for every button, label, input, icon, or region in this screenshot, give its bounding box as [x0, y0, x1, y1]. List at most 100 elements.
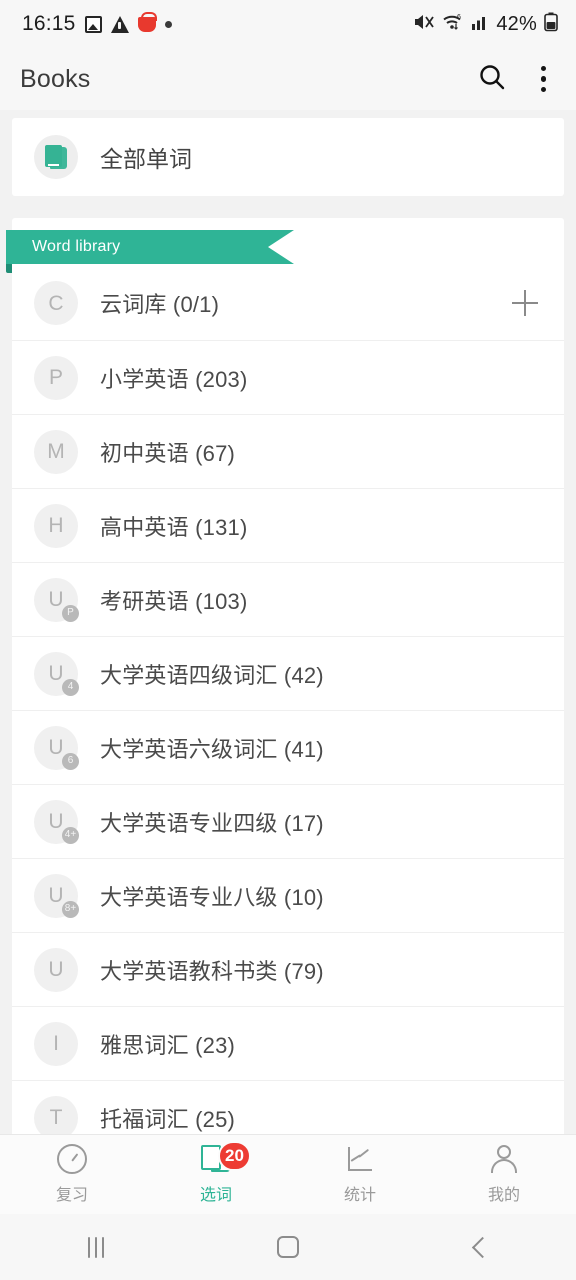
- library-row-avatar-letter: U: [48, 810, 64, 833]
- wifi6-icon: 6: [442, 12, 464, 37]
- plus-icon[interactable]: [508, 286, 542, 320]
- word-library-list: C 云词库 (0/1) P 小学英语 (203) M 初中英语 (67) H 高中英语 (13…: [12, 266, 564, 1134]
- nav-item-label: 统计: [343, 1187, 376, 1204]
- nav-item-label: 复习: [55, 1187, 88, 1204]
- library-row-avatar-letter: U: [48, 884, 64, 907]
- library-row-avatar: U 4+: [34, 799, 79, 844]
- library-row[interactable]: H 高中英语 (131): [12, 488, 564, 562]
- chart-icon: [345, 1144, 375, 1174]
- word-library-ribbon-label: Word library: [32, 238, 121, 255]
- back-icon[interactable]: [384, 1214, 576, 1280]
- library-row-label: 托福词汇 (25): [100, 1106, 236, 1132]
- warning-icon: [110, 15, 129, 33]
- nav-item-选词[interactable]: 20 选词: [144, 1135, 288, 1214]
- all-words-row[interactable]: 全部单词: [12, 118, 564, 196]
- photo-icon: [84, 15, 102, 33]
- book-icon: [34, 135, 78, 179]
- nav-item-复习[interactable]: 复习: [0, 1135, 144, 1214]
- library-row-avatar-badge: P: [62, 604, 79, 622]
- nav-item-label: 选词: [199, 1187, 232, 1204]
- app-bar-actions: [477, 62, 555, 97]
- library-row-avatar-letter: C: [48, 291, 64, 315]
- library-row-label: 大学英语四级词汇 (42): [100, 662, 324, 688]
- library-row[interactable]: P 小学英语 (203): [12, 340, 564, 414]
- library-row-avatar: C: [34, 281, 78, 325]
- library-row-avatar: M: [34, 429, 78, 474]
- library-row-avatar: H: [34, 503, 78, 548]
- search-icon[interactable]: [477, 62, 507, 97]
- status-bar-left: 16:15: [22, 11, 413, 36]
- library-row[interactable]: U P 考研英语 (103): [12, 562, 564, 636]
- person-icon: [489, 1144, 519, 1174]
- library-row[interactable]: I 雅思词汇 (23): [12, 1006, 564, 1080]
- bottom-navigation: 复习 20 选词 统计 我的: [0, 1134, 576, 1214]
- library-row-avatar: U6: [34, 725, 79, 770]
- android-navigation-bar: [0, 1214, 576, 1280]
- all-words-label: 全部单词: [100, 146, 192, 172]
- library-row-avatar-letter: U: [48, 588, 64, 611]
- library-row-label: 大学英语专业八级 (10): [100, 884, 324, 910]
- library-row-avatar: UP: [34, 577, 79, 622]
- recents-icon[interactable]: [0, 1214, 192, 1280]
- library-row-label: 考研英语 (103): [100, 588, 248, 614]
- library-row-avatar-letter: I: [53, 1032, 59, 1055]
- status-bar-right: 6 42%: [413, 12, 558, 37]
- library-row[interactable]: U 6 大学英语六级词汇 (41): [12, 710, 564, 784]
- library-row[interactable]: U 8+ 大学英语专业八级 (10): [12, 858, 564, 932]
- library-row-avatar-letter: M: [47, 440, 65, 463]
- page-title: Books: [20, 64, 91, 93]
- library-row-label: 小学英语 (203): [100, 366, 248, 392]
- library-row-label: 大学英语教科书类 (79): [100, 958, 324, 984]
- dot-icon: [164, 20, 172, 28]
- library-row-avatar: I: [34, 1021, 78, 1066]
- word-library-card: Word library C 云词库 (0/1) P 小学英语 (203) M 初中英语 …: [6, 218, 564, 1134]
- library-row-avatar: U: [34, 947, 78, 992]
- signal-icon: [471, 13, 489, 36]
- status-bar: 16:15 6 42%: [0, 0, 576, 48]
- library-row[interactable]: C 云词库 (0/1): [12, 266, 564, 340]
- all-words-card[interactable]: 全部单词: [12, 118, 564, 196]
- library-row-avatar-badge: 4+: [62, 826, 79, 844]
- library-row[interactable]: U 大学英语教科书类 (79): [12, 932, 564, 1006]
- nav-badge: 20: [218, 1141, 251, 1171]
- app-bar: Books: [0, 48, 576, 110]
- battery-percent: 42%: [496, 12, 537, 35]
- nav-item-label: 我的: [487, 1187, 520, 1204]
- home-icon[interactable]: [192, 1214, 384, 1280]
- library-row-label: 大学英语专业四级 (17): [100, 810, 324, 836]
- status-time: 16:15: [22, 12, 76, 35]
- library-row-label: 高中英语 (131): [100, 514, 248, 540]
- battery-icon: [544, 12, 558, 37]
- nav-item-统计[interactable]: 统计: [288, 1135, 432, 1214]
- library-row-avatar-letter: P: [48, 366, 63, 389]
- library-row-avatar: U 8+: [34, 873, 79, 918]
- library-row-avatar-letter: U: [48, 736, 64, 759]
- library-row-avatar: U4: [34, 651, 79, 696]
- clock-icon: [57, 1144, 87, 1174]
- library-row[interactable]: M 初中英语 (67): [12, 414, 564, 488]
- library-row-label: 大学英语六级词汇 (41): [100, 736, 324, 762]
- library-row-avatar-letter: H: [48, 514, 64, 537]
- mute-icon: [413, 12, 435, 37]
- library-row-label: 云词库 (0/1): [100, 292, 220, 317]
- word-library-ribbon: Word library: [6, 230, 294, 264]
- library-row-avatar-badge: 4: [62, 678, 79, 696]
- library-row-avatar-letter: U: [48, 958, 64, 981]
- library-row-label: 初中英语 (67): [100, 440, 236, 466]
- library-row-avatar-badge: 8+: [62, 900, 79, 918]
- shopping-basket-icon: [137, 11, 157, 32]
- library-row-avatar: T: [34, 1095, 78, 1134]
- phone-screen: 16:15 6 42% Books 全部单词 Word library C 云词…: [0, 0, 576, 1280]
- kebab-menu-icon[interactable]: [533, 62, 555, 97]
- library-row-label: 雅思词汇 (23): [100, 1032, 236, 1058]
- library-row-avatar: P: [34, 355, 78, 400]
- library-row-avatar-letter: U: [48, 662, 64, 685]
- library-row-avatar-badge: 6: [62, 752, 79, 770]
- svg-text:6: 6: [457, 14, 461, 21]
- library-row[interactable]: T 托福词汇 (25): [12, 1080, 564, 1134]
- library-row-avatar-letter: T: [49, 1106, 63, 1129]
- nav-item-我的[interactable]: 我的: [432, 1135, 576, 1214]
- library-row[interactable]: U 4 大学英语四级词汇 (42): [12, 636, 564, 710]
- library-row[interactable]: U 4+ 大学英语专业四级 (17): [12, 784, 564, 858]
- content-scroll-area[interactable]: 全部单词 Word library C 云词库 (0/1) P 小学英语 (203) M…: [0, 110, 576, 1134]
